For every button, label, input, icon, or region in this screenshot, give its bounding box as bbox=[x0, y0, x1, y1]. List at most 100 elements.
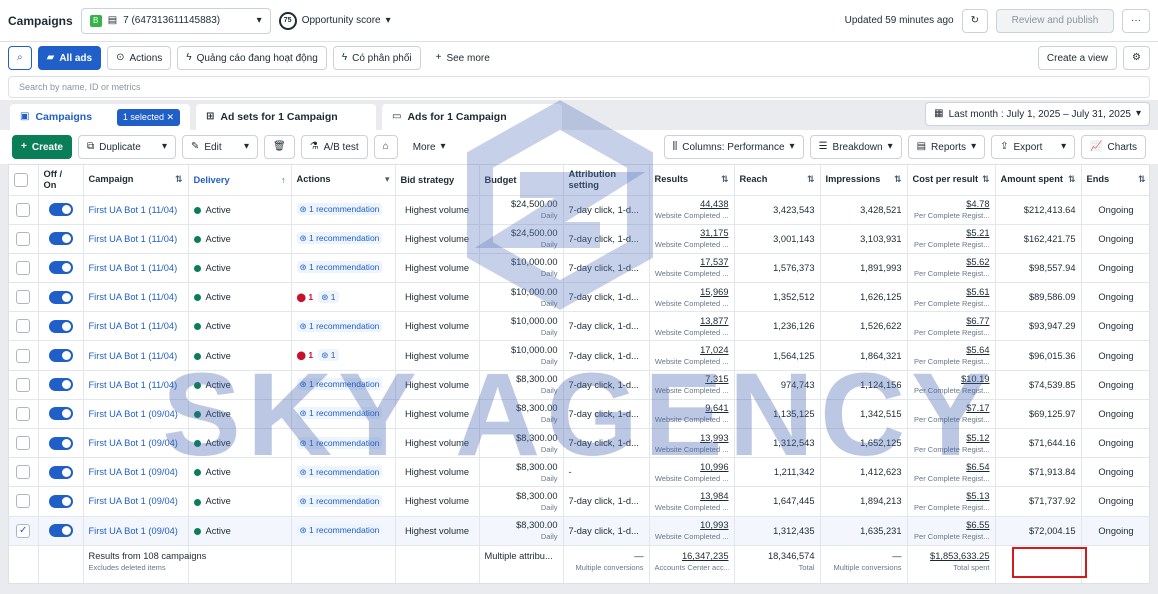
campaign-name-link[interactable]: First UA Bot 1 (11/04) bbox=[89, 321, 178, 331]
table-row[interactable]: First UA Bot 1 (11/04) Active ⊛ 1 recomm… bbox=[9, 224, 1149, 254]
table-row[interactable]: First UA Bot 1 (09/04) Active ⊛ 1 recomm… bbox=[9, 428, 1149, 459]
selected-badge[interactable]: 1 selected ✕ bbox=[116, 108, 180, 126]
col-header[interactable]: Attribution setting bbox=[563, 165, 650, 196]
review-publish-button[interactable]: Review and publish bbox=[996, 8, 1114, 33]
breakdown-button[interactable]: ☰ Breakdown ▾ bbox=[809, 135, 902, 159]
ab-test-button[interactable]: ⚗ A/B test bbox=[300, 135, 368, 159]
cost-per-result-value[interactable]: $5.12 bbox=[966, 433, 989, 443]
delivery-filter[interactable]: ϟ Có phân phối bbox=[332, 46, 421, 70]
budget-cell[interactable]: $8,300.00 Daily bbox=[479, 370, 564, 400]
cost-per-result-value[interactable]: $5.64 bbox=[966, 345, 989, 355]
delete-button[interactable]: 🗑 bbox=[263, 135, 295, 159]
edit-button[interactable]: ✎ Edit ▾ bbox=[181, 135, 258, 159]
recommendation-badge[interactable]: ⊛ 1 recommendation bbox=[296, 407, 383, 420]
columns-button[interactable]: ⫼ Columns: Performance ▾ bbox=[663, 135, 804, 159]
row-checkbox[interactable] bbox=[16, 260, 31, 275]
row-checkbox[interactable] bbox=[16, 290, 31, 305]
campaign-name-link[interactable]: First UA Bot 1 (09/04) bbox=[89, 467, 178, 477]
cost-per-result-value[interactable]: $6.77 bbox=[966, 316, 989, 326]
recommendation-badge[interactable]: ⊛ 1 recommendation bbox=[296, 465, 383, 478]
budget-cell[interactable]: $24,500.00 Daily bbox=[479, 195, 564, 225]
budget-cell[interactable]: $10,000.00 Daily bbox=[479, 282, 564, 313]
budget-cell[interactable]: $8,300.00 Daily bbox=[479, 399, 564, 430]
error-icon[interactable]: ⬤ 1 bbox=[297, 292, 314, 302]
settings-button[interactable]: ⚙ bbox=[1123, 46, 1150, 70]
on-off-toggle[interactable] bbox=[48, 232, 73, 246]
campaign-name-link[interactable]: First UA Bot 1 (11/04) bbox=[89, 263, 178, 273]
campaign-name-link[interactable]: First UA Bot 1 (11/04) bbox=[89, 380, 178, 390]
col-header[interactable]: Cost per result ⇅ bbox=[907, 165, 996, 196]
cost-per-result-value[interactable]: $6.54 bbox=[966, 462, 989, 472]
results-value[interactable]: 9,641 bbox=[705, 403, 728, 413]
row-checkbox[interactable] bbox=[16, 436, 31, 451]
recommendation-badge[interactable]: ⊛ 1 recommendation bbox=[296, 494, 383, 507]
table-row[interactable]: First UA Bot 1 (09/04) Active ⊛ 1 recomm… bbox=[9, 399, 1149, 430]
recommendation-badge[interactable]: ⊛ 1 recommendation bbox=[296, 232, 383, 245]
cost-per-result-value[interactable]: $10.19 bbox=[961, 374, 989, 384]
cost-per-result-value[interactable]: $6.55 bbox=[966, 520, 989, 530]
more-button[interactable]: More ▾ bbox=[404, 135, 455, 159]
col-header[interactable]: Budget bbox=[479, 165, 564, 196]
budget-cell[interactable]: $8,300.00 Daily bbox=[479, 428, 564, 459]
on-off-toggle[interactable] bbox=[48, 290, 73, 304]
budget-cell[interactable]: $24,500.00 Daily bbox=[479, 224, 564, 254]
on-off-toggle[interactable] bbox=[48, 261, 73, 275]
results-value[interactable]: 13,993 bbox=[700, 433, 728, 443]
results-value[interactable]: 7,315 bbox=[705, 374, 728, 384]
charts-button[interactable]: 📈 Charts bbox=[1081, 135, 1146, 159]
cost-per-result-value[interactable]: $5.13 bbox=[966, 491, 989, 501]
row-checkbox[interactable]: ✓ bbox=[16, 523, 31, 538]
recommendation-badge[interactable]: ⊛ 1 recommendation bbox=[296, 203, 383, 216]
create-view-button[interactable]: Create a view bbox=[1037, 46, 1118, 70]
row-checkbox[interactable] bbox=[16, 465, 31, 480]
campaign-name-link[interactable]: First UA Bot 1 (09/04) bbox=[89, 496, 178, 506]
reports-button[interactable]: ▤ Reports ▾ bbox=[907, 135, 986, 159]
account-selector[interactable]: B ▤ 7 (647313611145883) ▾ bbox=[80, 7, 271, 34]
on-off-toggle[interactable] bbox=[48, 319, 73, 333]
recommendation-badge[interactable]: ⊛ 1 recommendation bbox=[296, 378, 383, 391]
search-input[interactable]: Search by name, ID or metrics bbox=[8, 76, 1150, 98]
budget-cell[interactable]: $8,300.00 Daily bbox=[479, 457, 564, 488]
row-checkbox[interactable] bbox=[16, 348, 31, 363]
col-header[interactable]: Delivery ↑ bbox=[188, 165, 292, 196]
recommendation-badge[interactable]: ⊛ 1 bbox=[318, 349, 339, 362]
table-row[interactable]: First UA Bot 1 (09/04) Active ⊛ 1 recomm… bbox=[9, 486, 1149, 517]
results-value[interactable]: 13,984 bbox=[700, 491, 728, 501]
on-off-toggle[interactable] bbox=[48, 524, 73, 538]
on-off-toggle[interactable] bbox=[48, 349, 73, 363]
results-value[interactable]: 17,024 bbox=[700, 345, 728, 355]
active-ads-filter[interactable]: ϟ Quảng cáo đang hoạt động bbox=[177, 46, 327, 70]
campaign-name-link[interactable]: First UA Bot 1 (09/04) bbox=[89, 438, 178, 448]
on-off-toggle[interactable] bbox=[48, 407, 73, 421]
table-row[interactable]: First UA Bot 1 (11/04) Active ⊛ 1 recomm… bbox=[9, 195, 1149, 225]
all-ads-button[interactable]: ▰ All ads bbox=[37, 46, 102, 70]
on-off-toggle[interactable] bbox=[48, 436, 73, 450]
campaign-name-link[interactable]: First UA Bot 1 (11/04) bbox=[89, 205, 178, 215]
duplicate-button[interactable]: ⧉ Duplicate ▾ bbox=[77, 135, 176, 159]
row-checkbox[interactable] bbox=[16, 406, 31, 421]
see-more-button[interactable]: + See more bbox=[427, 46, 499, 70]
create-button[interactable]: + Create bbox=[12, 135, 72, 159]
on-off-toggle[interactable] bbox=[48, 465, 73, 479]
refresh-button[interactable]: ↻ bbox=[961, 8, 988, 33]
table-row[interactable]: First UA Bot 1 (11/04) Active ⊛ 1 recomm… bbox=[9, 370, 1149, 400]
recommendation-badge[interactable]: ⊛ 1 bbox=[318, 290, 339, 303]
budget-cell[interactable]: $8,300.00 Daily bbox=[479, 516, 564, 546]
cost-per-result-value[interactable]: $7.17 bbox=[966, 403, 989, 413]
campaign-name-link[interactable]: First UA Bot 1 (09/04) bbox=[89, 526, 178, 536]
col-header[interactable]: Amount spent ⇅ bbox=[995, 165, 1082, 196]
tag-button[interactable]: ⌂ bbox=[373, 135, 398, 159]
cost-per-result-value[interactable]: $5.62 bbox=[966, 257, 989, 267]
row-checkbox[interactable] bbox=[16, 231, 31, 246]
select-all-checkbox[interactable] bbox=[14, 172, 28, 187]
recommendation-badge[interactable]: ⊛ 1 recommendation bbox=[296, 261, 383, 274]
recommendation-badge[interactable]: ⊛ 1 recommendation bbox=[296, 436, 383, 449]
tab-adsets[interactable]: ⊞ Ad sets for 1 Campaign bbox=[196, 104, 376, 130]
recommendation-badge[interactable]: ⊛ 1 recommendation bbox=[296, 524, 383, 537]
tab-ads[interactable]: ▭ Ads for 1 Campaign bbox=[382, 104, 562, 130]
table-row[interactable]: First UA Bot 1 (11/04) Active ⬤ 1 ⊛ 1 Hi… bbox=[9, 340, 1149, 371]
budget-cell[interactable]: $10,000.00 Daily bbox=[479, 340, 564, 371]
cost-per-result-value[interactable]: $5.21 bbox=[966, 228, 989, 238]
table-row[interactable]: ✓ First UA Bot 1 (09/04) Active ⊛ 1 reco… bbox=[9, 516, 1149, 546]
col-header[interactable]: Ends ⇅ bbox=[1081, 165, 1149, 196]
